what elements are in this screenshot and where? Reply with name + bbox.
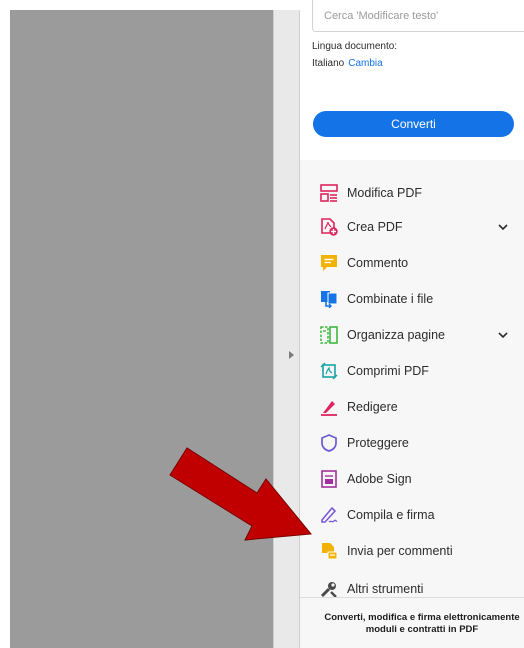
document-language-row: Italiano Cambia <box>312 58 383 69</box>
tool-label: Crea PDF <box>347 220 403 234</box>
tool-fill-and-sign[interactable]: Compila e firma <box>300 500 524 530</box>
chevron-down-icon[interactable] <box>496 220 510 234</box>
tool-redact[interactable]: Redigere <box>300 392 524 422</box>
document-language-label: Lingua documento: <box>312 41 398 52</box>
tool-label: Compila e firma <box>347 508 435 522</box>
tool-protect[interactable]: Proteggere <box>300 428 524 458</box>
expand-panel-arrow-icon[interactable] <box>289 351 294 359</box>
chevron-down-icon[interactable] <box>496 328 510 342</box>
tools-pane: Cerca 'Modificare testo' Lingua document… <box>300 0 524 648</box>
tool-send-for-comments[interactable]: Invia per commenti <box>300 536 524 566</box>
tool-adobe-sign[interactable]: Adobe Sign <box>300 464 524 494</box>
adobe-sign-icon <box>321 470 337 488</box>
edit-pdf-icon <box>320 184 338 202</box>
redact-icon <box>321 401 337 416</box>
promo-footer: Converti, modifica e firma elettronicame… <box>300 598 524 648</box>
tool-label: Invia per commenti <box>347 544 453 558</box>
tool-label: Comprimi PDF <box>347 364 429 378</box>
tool-label: Proteggere <box>347 436 409 450</box>
organize-pages-icon <box>320 326 338 344</box>
tool-create-pdf[interactable]: Crea PDF <box>300 212 524 242</box>
document-viewport[interactable] <box>10 10 273 648</box>
more-tools-icon <box>320 582 337 598</box>
tool-label: Altri strumenti <box>347 582 424 596</box>
annotation-arrow-icon <box>169 447 312 541</box>
tool-label: Redigere <box>347 400 398 414</box>
tool-label: Adobe Sign <box>347 472 412 486</box>
document-language-value: Italiano <box>312 58 345 69</box>
tool-organize-pages[interactable]: Organizza pagine <box>300 320 524 350</box>
comment-icon <box>321 255 337 271</box>
tool-edit-pdf[interactable]: Modifica PDF <box>300 178 524 208</box>
send-for-comments-icon <box>322 543 338 560</box>
tool-comment[interactable]: Commento <box>300 248 524 278</box>
promo-text: Converti, modifica e firma elettronicame… <box>304 612 524 636</box>
promo-line-1: Converti, modifica e firma elettronicame… <box>324 612 520 623</box>
tool-combine-files[interactable]: Combinate i file <box>300 284 524 314</box>
create-pdf-icon <box>321 218 338 236</box>
tool-label: Commento <box>347 256 409 270</box>
tool-search-input[interactable]: Cerca 'Modificare testo' <box>312 0 524 32</box>
protect-shield-icon <box>321 434 337 452</box>
tool-label: Combinate i file <box>347 292 434 306</box>
panel-splitter[interactable] <box>273 10 300 648</box>
tool-compress-pdf[interactable]: Comprimi PDF <box>300 356 524 386</box>
tool-label: Organizza pagine <box>347 328 445 342</box>
convert-button[interactable]: Converti <box>313 111 514 137</box>
fill-sign-icon <box>321 506 338 523</box>
tool-label: Modifica PDF <box>347 186 423 200</box>
combine-files-icon <box>321 291 338 308</box>
compress-pdf-icon <box>320 362 338 380</box>
promo-line-2: moduli e contratti in PDF <box>365 624 479 635</box>
change-language-link[interactable]: Cambia <box>348 58 382 69</box>
convert-section: Cerca 'Modificare testo' Lingua document… <box>300 0 524 160</box>
